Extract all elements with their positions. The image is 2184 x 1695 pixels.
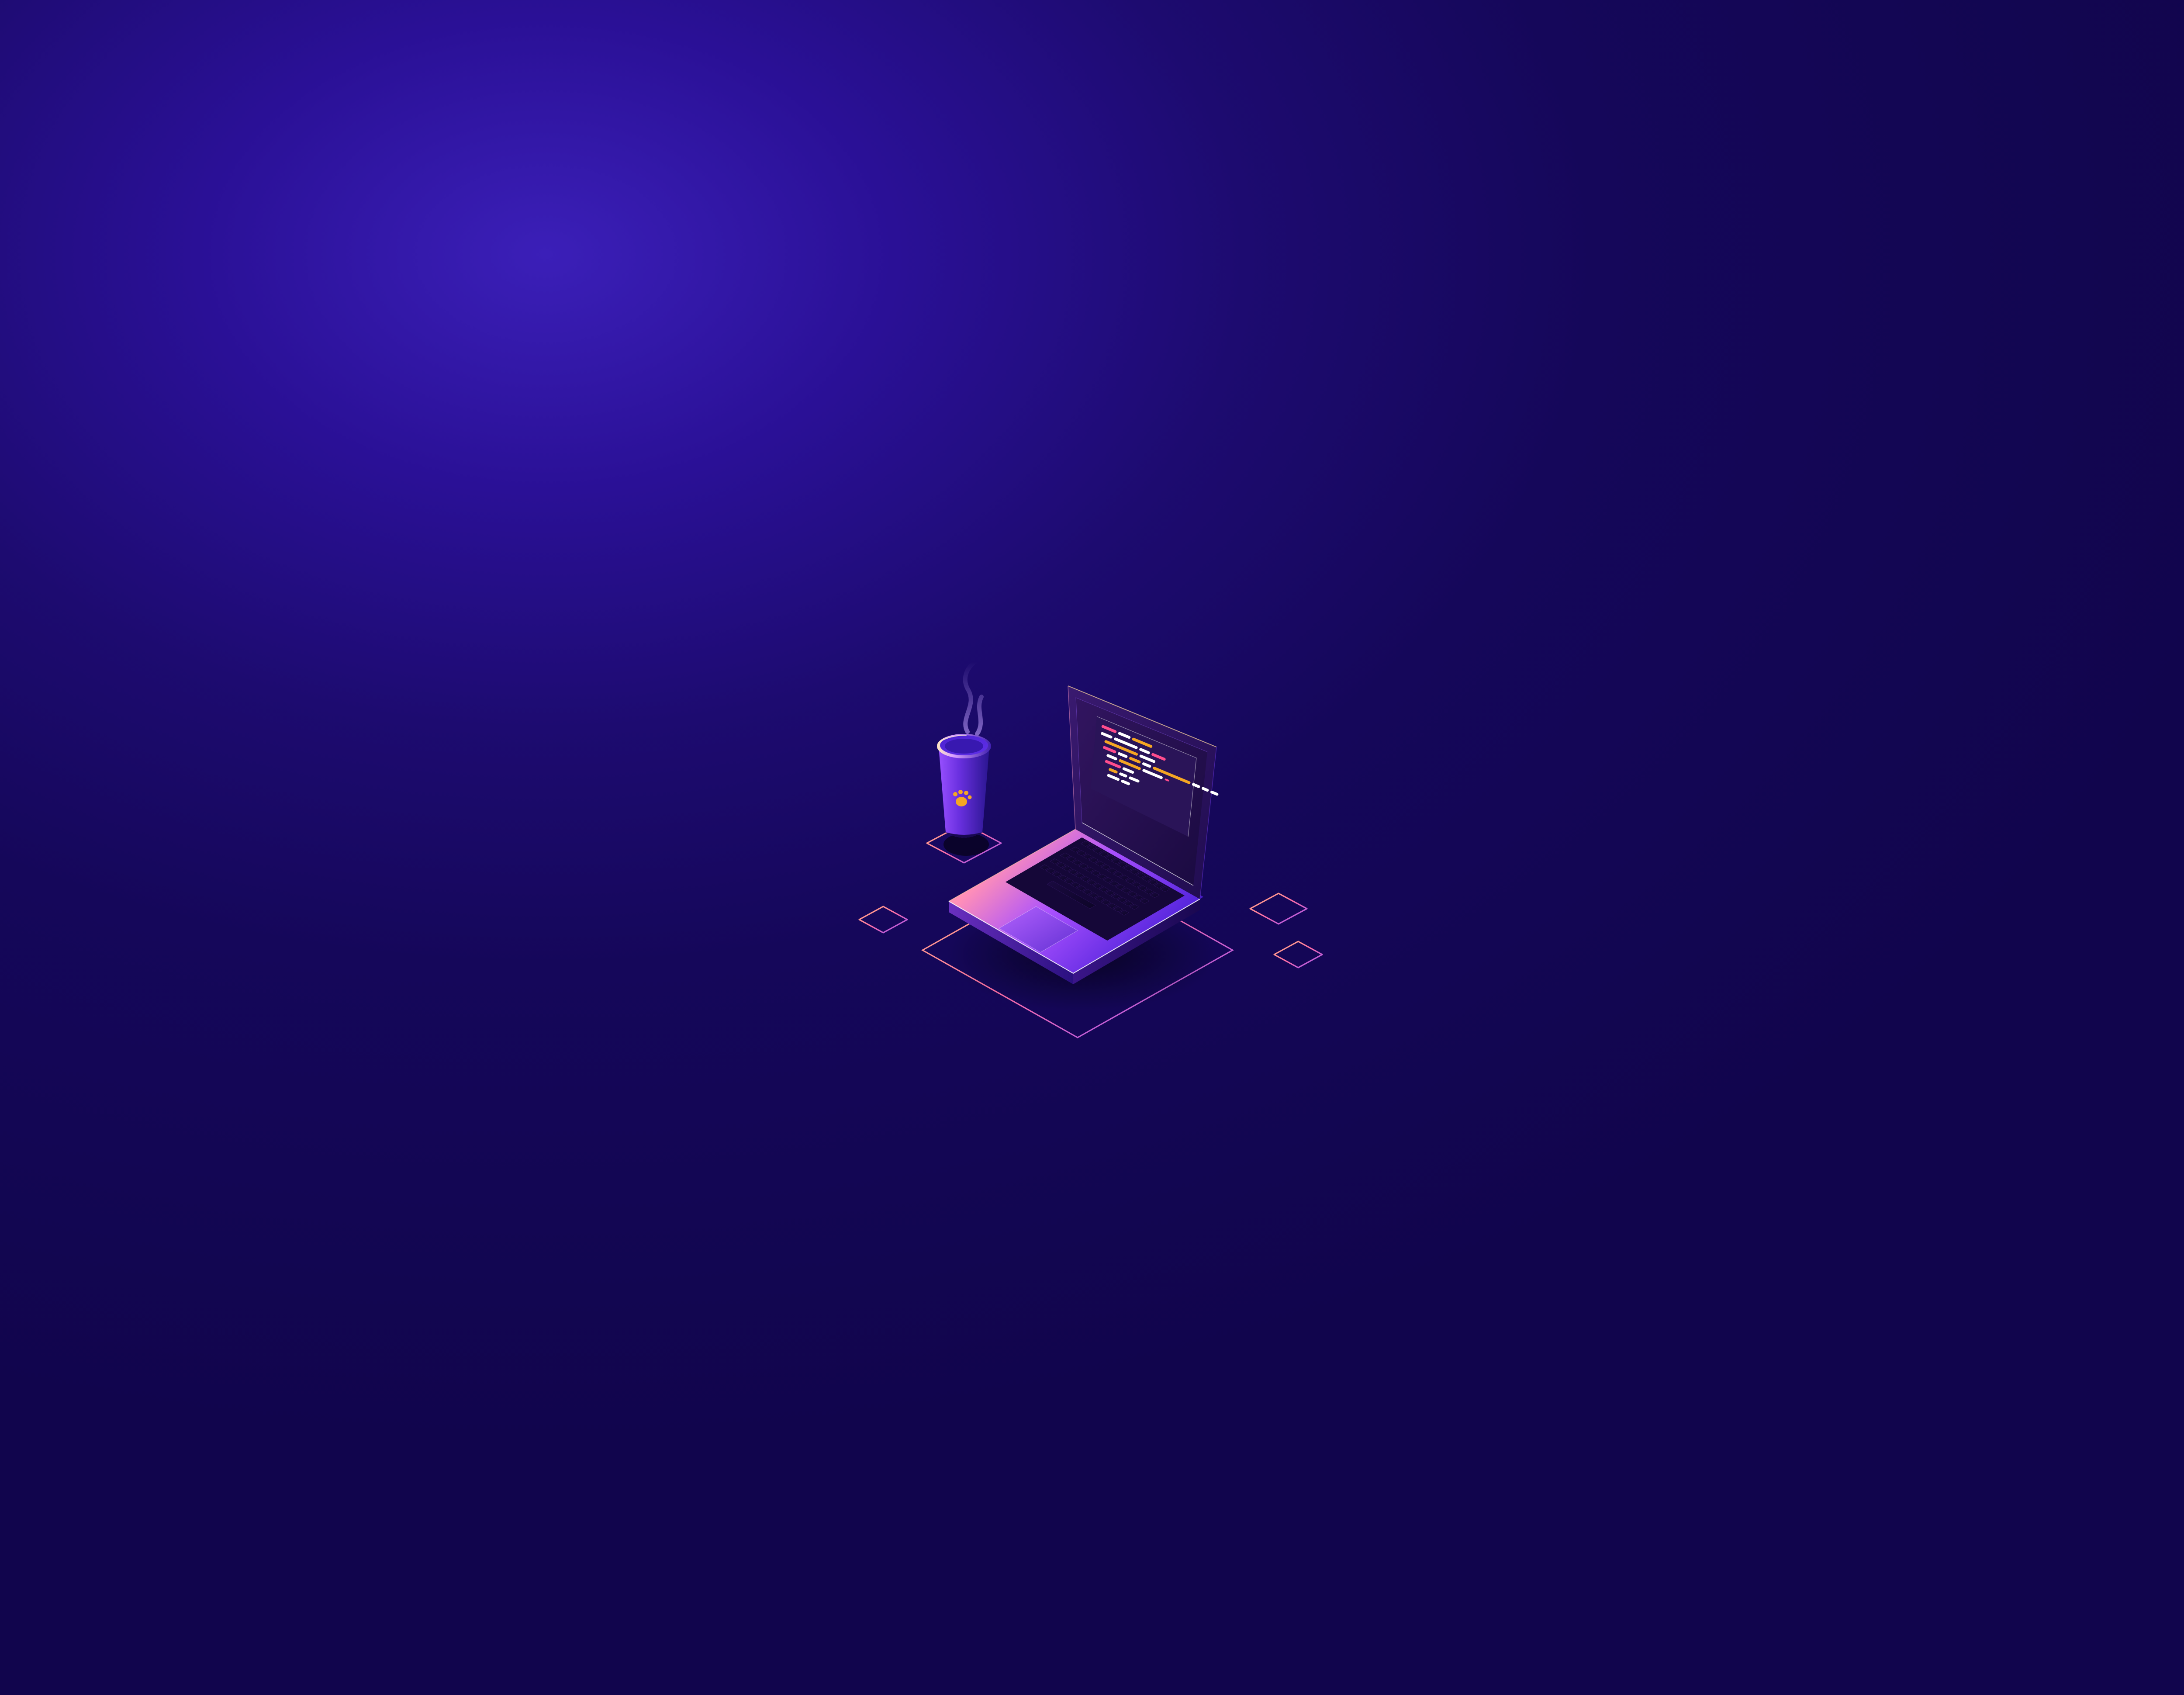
coffee-cup xyxy=(937,662,991,838)
decor-rhombus-right-2 xyxy=(1274,941,1322,968)
decor-rhombus-left xyxy=(859,906,907,933)
isometric-illustration xyxy=(794,649,1390,1046)
decor-rhombus-right-1 xyxy=(1250,893,1307,924)
scene-svg xyxy=(794,649,1390,1046)
steam-icon xyxy=(965,662,981,734)
